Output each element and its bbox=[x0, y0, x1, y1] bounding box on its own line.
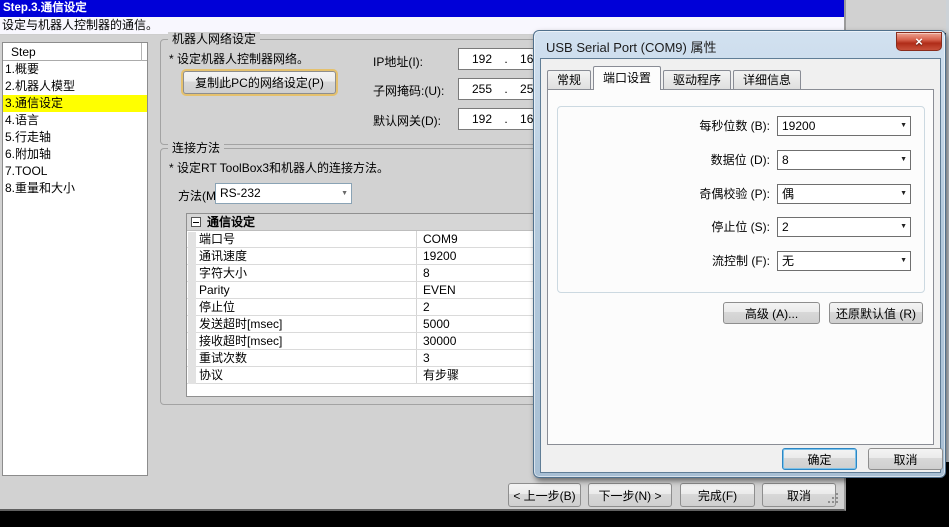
restore-defaults-button[interactable]: 还原默认值 (R) bbox=[829, 302, 923, 324]
grid-header-label: 通信设定 bbox=[207, 215, 256, 229]
next-button[interactable]: 下一步(N) > bbox=[588, 483, 672, 507]
default-gateway-label: 默认网关(D): bbox=[373, 114, 441, 128]
bits-per-second-label: 每秒位数 (B): bbox=[699, 119, 770, 133]
subnet-mask-label: 子网掩码:(U): bbox=[373, 84, 445, 98]
connection-group-title: 连接方法 bbox=[168, 141, 225, 155]
method-select[interactable]: RS-232 ▼ bbox=[215, 183, 352, 204]
dropdown-arrow-icon: ▼ bbox=[900, 156, 907, 163]
data-bits-select[interactable]: 8 ▼ bbox=[777, 150, 911, 170]
tab-general[interactable]: 常规 bbox=[547, 70, 592, 90]
tab-port-settings[interactable]: 端口设置 bbox=[593, 66, 662, 90]
dialog-cancel-button[interactable]: 取消 bbox=[868, 448, 943, 470]
dialog-tab-strip: 常规 端口设置 驱动程序 详细信息 bbox=[547, 66, 803, 90]
close-icon: × bbox=[915, 34, 923, 49]
sidebar-item-communication[interactable]: 3.通信设定 bbox=[3, 95, 147, 112]
sidebar-item-robot-model[interactable]: 2.机器人模型 bbox=[3, 78, 147, 95]
dialog-title: USB Serial Port (COM9) 属性 bbox=[546, 40, 717, 55]
collapse-icon[interactable] bbox=[191, 217, 201, 227]
finish-button[interactable]: 完成(F) bbox=[680, 483, 755, 507]
sidebar-item-language[interactable]: 4.语言 bbox=[3, 112, 147, 129]
sidebar-item-tool[interactable]: 7.TOOL bbox=[3, 163, 147, 180]
dropdown-arrow-icon: ▼ bbox=[900, 223, 907, 230]
stop-bits-select[interactable]: 2 ▼ bbox=[777, 217, 911, 237]
flow-control-select[interactable]: 无 ▼ bbox=[777, 251, 911, 271]
sidebar-item-additional-axis[interactable]: 6.附加轴 bbox=[3, 146, 147, 163]
usb-serial-port-dialog: USB Serial Port (COM9) 属性 × 常规 端口设置 驱动程序… bbox=[533, 30, 946, 478]
dropdown-arrow-icon: ▼ bbox=[900, 257, 907, 264]
step-sidebar: Step 1.概要 2.机器人模型 3.通信设定 4.语言 5.行走轴 6.附加… bbox=[2, 42, 148, 476]
sidebar-item-overview[interactable]: 1.概要 bbox=[3, 61, 147, 78]
grid-gutter bbox=[188, 232, 196, 384]
ip-address-label: IP地址(I): bbox=[373, 55, 423, 69]
method-select-value: RS-232 bbox=[220, 186, 261, 200]
bits-per-second-select[interactable]: 19200 ▼ bbox=[777, 116, 911, 136]
background-window-corner bbox=[846, 0, 949, 33]
network-group-note: * 设定机器人控制器网络。 bbox=[169, 52, 310, 66]
wizard-cancel-button[interactable]: 取消 bbox=[762, 483, 836, 507]
resize-grip[interactable] bbox=[826, 493, 838, 505]
stop-bits-label: 停止位 (S): bbox=[711, 220, 770, 234]
close-button[interactable]: × bbox=[896, 32, 942, 51]
dropdown-arrow-icon: ▼ bbox=[900, 122, 907, 129]
parity-select[interactable]: 偶 ▼ bbox=[777, 184, 911, 204]
data-bits-label: 数据位 (D): bbox=[710, 153, 770, 167]
port-settings-tab-page: 每秒位数 (B): 数据位 (D): 奇偶校验 (P): 停止位 (S): 流控… bbox=[547, 89, 934, 445]
tab-details[interactable]: 详细信息 bbox=[733, 70, 802, 90]
dropdown-arrow-icon: ▼ bbox=[900, 190, 907, 197]
sidebar-item-travel-axis[interactable]: 5.行走轴 bbox=[3, 129, 147, 146]
ok-button[interactable]: 确定 bbox=[782, 448, 857, 470]
copy-pc-network-button[interactable]: 复制此PC的网络设定(P) bbox=[183, 71, 336, 94]
flow-control-label: 流控制 (F): bbox=[712, 254, 770, 268]
advanced-button[interactable]: 高级 (A)... bbox=[723, 302, 820, 324]
connection-group-note: * 设定RT ToolBox3和机器人的连接方法。 bbox=[169, 161, 390, 175]
network-group-title: 机器人网络设定 bbox=[168, 32, 261, 46]
wizard-title-bar: Step.3.通信设定 bbox=[0, 0, 844, 17]
dropdown-arrow-icon: ▼ bbox=[341, 189, 348, 197]
sidebar-header: Step bbox=[3, 43, 147, 61]
sidebar-item-weight-size[interactable]: 8.重量和大小 bbox=[3, 180, 147, 197]
wizard-title: Step.3.通信设定 bbox=[3, 2, 87, 14]
back-button[interactable]: < 上一步(B) bbox=[508, 483, 581, 507]
tab-driver[interactable]: 驱动程序 bbox=[663, 70, 732, 90]
dialog-client-area: 常规 端口设置 驱动程序 详细信息 每秒位数 (B): 数据位 (D): 奇偶校… bbox=[540, 58, 943, 473]
parity-label: 奇偶校验 (P): bbox=[699, 187, 770, 201]
